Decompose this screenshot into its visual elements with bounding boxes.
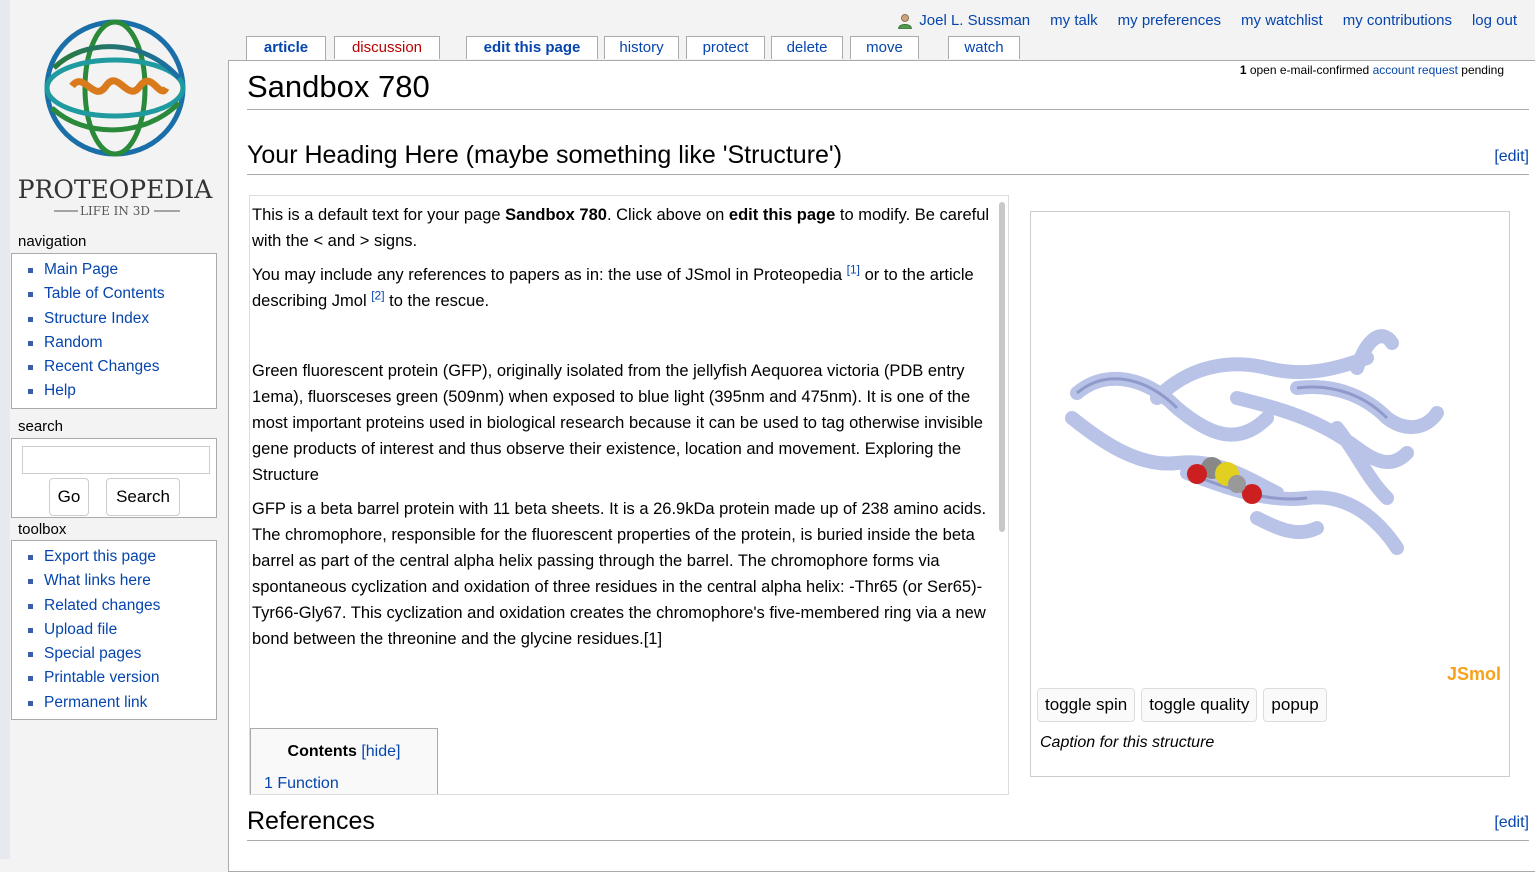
personal-toolbar: Joel L. Sussman my talk my preferences m…: [897, 12, 1517, 29]
gfp-paragraph: Green fluorescent protein (GFP), origina…: [252, 362, 983, 484]
site-logo[interactable]: PROTEOPEDIA LIFE IN 3D: [14, 8, 214, 223]
tool-related-changes[interactable]: Related changes: [44, 597, 160, 614]
tab-discussion[interactable]: discussion: [334, 36, 440, 59]
tab-article[interactable]: article: [246, 36, 326, 62]
user-icon: [898, 13, 913, 29]
references-paragraph: You may include any references to papers…: [252, 262, 974, 311]
section-heading-references: References [edit]: [247, 807, 1529, 841]
edit-section-link[interactable]: [edit]: [1494, 148, 1529, 166]
toolbox-portlet: Export this page What links here Related…: [11, 540, 217, 720]
user-page-link[interactable]: Joel L. Sussman: [919, 12, 1030, 29]
tab-move[interactable]: move: [850, 36, 919, 59]
tool-special-pages[interactable]: Special pages: [44, 645, 141, 662]
my-contributions-link[interactable]: my contributions: [1343, 12, 1452, 29]
search-input[interactable]: [22, 446, 210, 474]
logo-subtitle: LIFE IN 3D: [80, 204, 150, 218]
tab-delete[interactable]: delete: [771, 36, 843, 59]
nav-structure-index[interactable]: Structure Index: [44, 310, 149, 327]
molecule-viewer[interactable]: [1037, 218, 1503, 688]
log-out-link[interactable]: log out: [1472, 12, 1517, 29]
page-title: Sandbox 780: [247, 69, 1529, 110]
table-of-contents: Contents [hide] 1 Function: [250, 728, 438, 794]
jmol-buttons: toggle spin toggle quality popup: [1037, 688, 1327, 722]
tab-edit[interactable]: edit this page: [466, 36, 598, 59]
my-talk-link[interactable]: my talk: [1050, 12, 1098, 29]
left-edge: [0, 0, 10, 859]
text-scroll-panel[interactable]: This is a default text for your page San…: [249, 195, 1009, 795]
reference-2-link[interactable]: [2]: [371, 289, 384, 303]
tool-what-links-here[interactable]: What links here: [44, 572, 151, 589]
nav-random[interactable]: Random: [44, 334, 103, 351]
search-button[interactable]: Search: [106, 478, 180, 516]
protein-ribbon-icon: [1065, 329, 1444, 555]
proteopedia-logo-icon: PROTEOPEDIA LIFE IN 3D: [18, 19, 214, 218]
nav-recent-changes[interactable]: Recent Changes: [44, 358, 159, 375]
nav-help[interactable]: Help: [44, 382, 76, 399]
toc-hide-link[interactable]: [hide]: [361, 743, 400, 760]
popup-button[interactable]: popup: [1263, 688, 1327, 722]
structure-paragraph: GFP is a beta barrel protein with 11 bet…: [252, 500, 987, 648]
section-heading-text: Your Heading Here (maybe something like …: [247, 141, 843, 169]
jsmol-brand: JSmol: [1446, 664, 1501, 684]
jmol-panel: JSmol toggle spin toggle quality popup C…: [1030, 211, 1510, 777]
content-area: 1 open e-mail-confirmed account request …: [228, 60, 1535, 872]
tool-permanent-link[interactable]: Permanent link: [44, 694, 147, 711]
navigation-title: navigation: [18, 233, 87, 250]
toolbox-title: toolbox: [18, 521, 67, 538]
intro-paragraph: This is a default text for your page San…: [252, 206, 990, 250]
navigation-portlet: Main Page Table of Contents Structure In…: [11, 253, 217, 409]
nav-table-of-contents[interactable]: Table of Contents: [44, 285, 165, 302]
user-link-wrap[interactable]: Joel L. Sussman: [897, 12, 1030, 29]
tab-watch[interactable]: watch: [948, 36, 1020, 59]
search-title: search: [18, 418, 64, 435]
tab-history[interactable]: history: [604, 36, 679, 59]
tool-printable-version[interactable]: Printable version: [44, 669, 159, 686]
my-preferences-link[interactable]: my preferences: [1118, 12, 1221, 29]
my-watchlist-link[interactable]: my watchlist: [1241, 12, 1323, 29]
toc-item-function[interactable]: 1 Function: [264, 775, 339, 793]
toggle-quality-button[interactable]: toggle quality: [1141, 688, 1258, 722]
search-portlet: Go Search: [11, 438, 217, 518]
section-heading-text: References: [247, 807, 375, 835]
nav-main-page[interactable]: Main Page: [44, 261, 118, 278]
tool-upload-file[interactable]: Upload file: [44, 621, 117, 638]
edit-section-link[interactable]: [edit]: [1494, 814, 1529, 832]
section-heading-structure: Your Heading Here (maybe something like …: [247, 141, 1529, 175]
reference-1-link[interactable]: [1]: [847, 263, 860, 277]
text-scrollbar[interactable]: [999, 202, 1005, 532]
tab-protect[interactable]: protect: [686, 36, 765, 59]
go-button[interactable]: Go: [49, 478, 89, 516]
structure-caption: Caption for this structure: [1040, 734, 1215, 751]
tool-export-page[interactable]: Export this page: [44, 548, 156, 565]
text-content: This is a default text for your page San…: [252, 202, 997, 660]
logo-title: PROTEOPEDIA: [18, 175, 214, 204]
toc-title: Contents [hide]: [287, 743, 401, 760]
toggle-spin-button[interactable]: toggle spin: [1037, 688, 1136, 722]
